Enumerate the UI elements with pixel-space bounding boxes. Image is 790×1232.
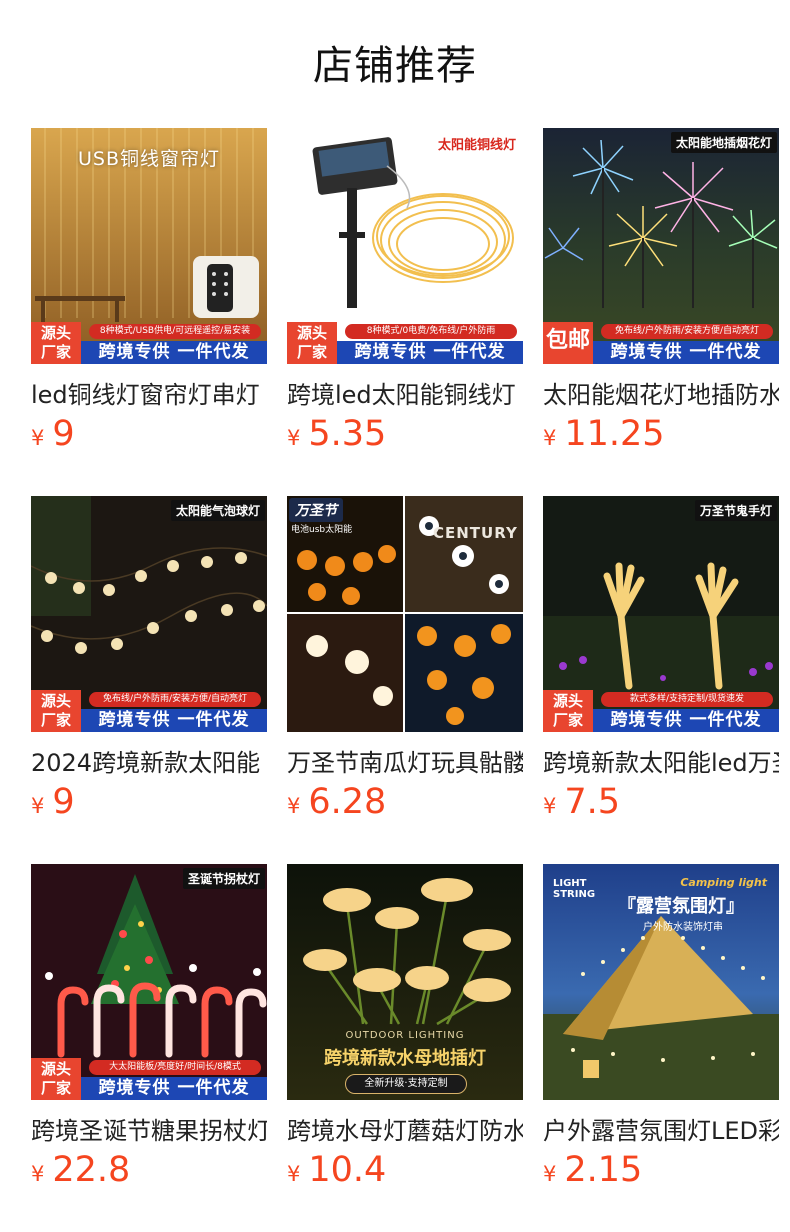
product-card[interactable]: 万圣节鬼手灯 源头 厂家 款式多样/支持定制/现货速发 跨境专供 一件代发 跨境新…	[543, 496, 779, 826]
promo-banner: 跨境专供 一件代发	[593, 341, 779, 364]
product-card[interactable]: 太阳能地插烟花灯 包邮 免布线/户外防雨/安装方便/自动亮灯 跨境专供 一件代发…	[543, 128, 779, 458]
product-name[interactable]: 跨境水母灯蘑菇灯防水	[287, 1114, 523, 1148]
corner-subtitle: 电池usb太阳能	[291, 525, 353, 535]
currency-symbol: ¥	[287, 794, 301, 818]
image-title: 『露营氛围灯』	[618, 896, 744, 917]
feature-strip: 款式多样/支持定制/现货速发	[601, 692, 773, 707]
image-title: 跨境新款水母地插灯	[324, 1048, 486, 1069]
product-name[interactable]: 万圣节南瓜灯玩具骷髅	[287, 746, 523, 780]
product-image[interactable]: 太阳能铜线灯 源头 厂家 8种模式/0电费/免布线/户外防雨 跨境专供 一件代发	[287, 128, 523, 364]
currency-symbol: ¥	[287, 426, 301, 450]
corner-sign: CENTURY	[433, 524, 518, 542]
product-price: ¥22.8	[31, 1150, 130, 1190]
corner-tag: 太阳能铜线灯	[437, 138, 516, 153]
corner-tag: 太阳能气泡球灯	[170, 500, 265, 521]
image-subtitle: 户外防水装饰灯串	[643, 922, 723, 933]
source-factory-badge: 源头 厂家	[543, 690, 593, 732]
image-english-text: OUTDOOR LIGHTING	[345, 1030, 465, 1041]
product-image[interactable]: 万圣节 电池usb太阳能 CENTURY	[287, 496, 523, 732]
corner-tag: 圣诞节拐杖灯	[182, 868, 265, 889]
price-value: 5.35	[308, 414, 387, 454]
product-card[interactable]: 万圣节 电池usb太阳能 CENTURY 万圣节南瓜灯玩具骷髅 ¥6.28	[287, 496, 523, 826]
feature-strip: 大太阳能板/亮度好/时间长/8模式	[89, 1060, 261, 1075]
promo-banner: 跨境专供 一件代发	[337, 341, 523, 364]
product-name[interactable]: 跨境圣诞节糖果拐杖灯	[31, 1114, 267, 1148]
promo-banner: 跨境专供 一件代发	[593, 709, 779, 732]
promo-banner: 跨境专供 一件代发	[81, 1077, 267, 1100]
price-value: 9	[52, 782, 75, 822]
image-pill: 全新升级·支持定制	[345, 1074, 467, 1094]
source-factory-badge: 源头 厂家	[31, 690, 81, 732]
product-price: ¥7.5	[543, 782, 620, 822]
product-image[interactable]: USB铜线窗帘灯 源头 厂家 8种模式/USB供电/可远程遥控/易安装 跨境专供 …	[31, 128, 267, 364]
price-value: 10.4	[308, 1150, 387, 1190]
product-price: ¥9	[31, 414, 75, 454]
corner-tag: 万圣节鬼手灯	[694, 500, 777, 521]
product-price: ¥9	[31, 782, 75, 822]
currency-symbol: ¥	[31, 1162, 45, 1186]
product-name[interactable]: led铜线灯窗帘灯串灯	[31, 378, 267, 412]
free-shipping-badge: 包邮	[543, 322, 593, 364]
price-value: 11.25	[564, 414, 665, 454]
product-price: ¥11.25	[543, 414, 665, 454]
source-factory-badge: 源头 厂家	[31, 322, 81, 364]
page-title: 店铺推荐	[313, 43, 477, 89]
price-value: 6.28	[308, 782, 387, 822]
currency-symbol: ¥	[543, 1162, 557, 1186]
product-card[interactable]: 太阳能气泡球灯 源头 厂家 免布线/户外防雨/安装方便/自动亮灯 跨境专供 一件代…	[31, 496, 267, 826]
product-image[interactable]: 圣诞节拐杖灯 源头 厂家 大太阳能板/亮度好/时间长/8模式 跨境专供 一件代发	[31, 864, 267, 1100]
corner-tag: 太阳能地插烟花灯	[670, 132, 777, 153]
product-name[interactable]: 跨境led太阳能铜线灯	[287, 378, 523, 412]
product-card[interactable]: LIGHT STRING Camping light 『露营氛围灯』 户外防水装…	[543, 864, 779, 1194]
currency-symbol: ¥	[543, 794, 557, 818]
currency-symbol: ¥	[287, 1162, 301, 1186]
product-price: ¥10.4	[287, 1150, 386, 1190]
product-image[interactable]: OUTDOOR LIGHTING 跨境新款水母地插灯 全新升级·支持定制	[287, 864, 523, 1100]
product-card[interactable]: 太阳能铜线灯 源头 厂家 8种模式/0电费/免布线/户外防雨 跨境专供 一件代发 …	[287, 128, 523, 458]
currency-symbol: ¥	[31, 426, 45, 450]
feature-strip: 免布线/户外防雨/安装方便/自动亮灯	[601, 324, 773, 339]
product-name[interactable]: 太阳能烟花灯地插防水	[543, 378, 779, 412]
promo-banner: 跨境专供 一件代发	[81, 709, 267, 732]
product-image[interactable]: 太阳能气泡球灯 源头 厂家 免布线/户外防雨/安装方便/自动亮灯 跨境专供 一件代…	[31, 496, 267, 732]
currency-symbol: ¥	[31, 794, 45, 818]
price-value: 22.8	[52, 1150, 131, 1190]
product-image[interactable]: 太阳能地插烟花灯 包邮 免布线/户外防雨/安装方便/自动亮灯 跨境专供 一件代发	[543, 128, 779, 364]
image-overlay-text: USB铜线窗帘灯	[77, 148, 220, 170]
product-price: ¥5.35	[287, 414, 386, 454]
product-price: ¥2.15	[543, 1150, 642, 1190]
product-card[interactable]: OUTDOOR LIGHTING 跨境新款水母地插灯 全新升级·支持定制 跨境水…	[287, 864, 523, 1194]
feature-strip: 免布线/户外防雨/安装方便/自动亮灯	[89, 692, 261, 707]
product-name[interactable]: 2024跨境新款太阳能	[31, 746, 267, 780]
product-image[interactable]: 万圣节鬼手灯 源头 厂家 款式多样/支持定制/现货速发 跨境专供 一件代发	[543, 496, 779, 732]
price-value: 2.15	[564, 1150, 643, 1190]
product-name[interactable]: 户外露营氛围灯LED彩灯	[543, 1114, 779, 1148]
product-name[interactable]: 跨境新款太阳能led万圣	[543, 746, 779, 780]
promo-banner: 跨境专供 一件代发	[81, 341, 267, 364]
product-card[interactable]: USB铜线窗帘灯 源头 厂家 8种模式/USB供电/可远程遥控/易安装 跨境专供 …	[31, 128, 267, 458]
image-english-right: Camping light	[680, 876, 767, 889]
source-factory-badge: 源头 厂家	[31, 1058, 81, 1100]
source-factory-badge: 源头 厂家	[287, 322, 337, 364]
product-image[interactable]: LIGHT STRING Camping light 『露营氛围灯』 户外防水装…	[543, 864, 779, 1100]
product-card[interactable]: 圣诞节拐杖灯 源头 厂家 大太阳能板/亮度好/时间长/8模式 跨境专供 一件代发 …	[31, 864, 267, 1194]
product-price: ¥6.28	[287, 782, 386, 822]
feature-strip: 8种模式/USB供电/可远程遥控/易安装	[89, 324, 261, 339]
corner-tag: 万圣节	[289, 498, 343, 522]
price-value: 7.5	[564, 782, 621, 822]
price-value: 9	[52, 414, 75, 454]
currency-symbol: ¥	[543, 426, 557, 450]
feature-strip: 8种模式/0电费/免布线/户外防雨	[345, 324, 517, 339]
